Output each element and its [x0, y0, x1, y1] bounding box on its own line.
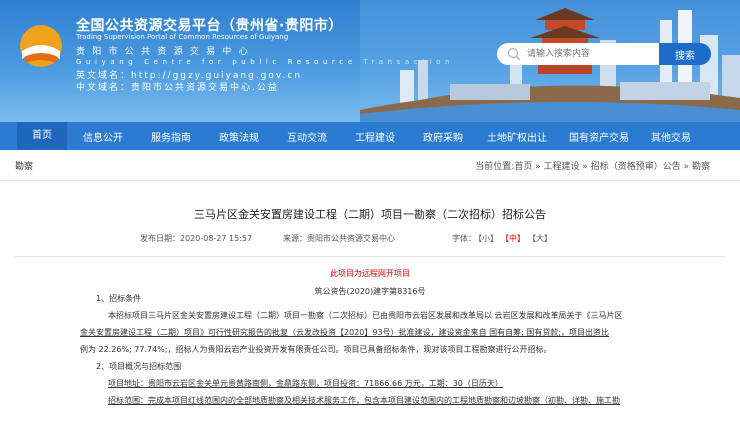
nav-item-land[interactable]: 土地矿权出让 [487, 129, 547, 144]
breadcrumb-bar: 勘察 当前位置:首页 » 工程建设 » 招标（资格预审）公告 » 勘察 [0, 150, 740, 181]
body-line: 本招标项目三马片区金关安置房建设工程（二期）项目一勘察（二次招标）已由贵阳市云岩… [108, 311, 623, 320]
search-icon [507, 47, 521, 61]
nav-item-assets[interactable]: 国有资产交易 [569, 129, 629, 144]
nav-item-interaction[interactable]: 互动交流 [287, 129, 327, 144]
nav-item-guide[interactable]: 服务指南 [151, 129, 191, 144]
site-title-en: Trading Supervision Portal of Common Res… [76, 33, 289, 41]
section-label: 勘察 [15, 162, 34, 172]
body-line: 招标范围：完成本项目红线范围内的全部地质勘察及相关技术服务工作，包含本项目建设范… [108, 396, 620, 405]
article-source: 来源：贵阳市公共资源交易中心 [283, 234, 395, 243]
font-large-button[interactable]: 【大】 [528, 233, 552, 244]
sun-logo-icon [20, 25, 62, 67]
font-small-button[interactable]: 【小】 [474, 233, 498, 244]
nav-item-other[interactable]: 其他交易 [651, 129, 691, 144]
section-heading: 2、项目概况与招标范围 [96, 362, 182, 371]
centre-name: 贵 阳 市 公 共 资 源 交 易 中 心 [76, 47, 250, 57]
nav-item-policy[interactable]: 政策法规 [219, 129, 259, 144]
search-input[interactable] [525, 48, 649, 60]
publish-date: 发布日期：2020-08-27 15:57 [140, 234, 253, 243]
domain-cn-label: 中文域名： [76, 83, 132, 93]
domain-cn-value: 贵阳市公共资源交易中心.公益 [131, 83, 279, 93]
remote-bid-notice: 此项目为远程网开项目 [330, 269, 410, 278]
search-button[interactable]: 搜索 [659, 43, 711, 65]
nav-item-home[interactable]: 首页 [17, 122, 67, 150]
domain-cn: 中文域名：贵阳市公共资源交易中心.公益 [76, 80, 279, 93]
site-header: 全国公共资源交易平台（贵州省·贵阳市） Trading Supervision … [0, 0, 740, 122]
article-meta: 发布日期：2020-08-27 15:57 来源：贵阳市公共资源交易中心 字体：… [0, 233, 740, 247]
search-bar [497, 43, 659, 65]
main-nav: 首页 信息公开 服务指南 政策法规 互动交流 工程建设 政府采购 土地矿权出让 … [0, 122, 740, 150]
font-size-label: 字体： [452, 234, 476, 243]
article-title: 三马片区金关安置房建设工程（二期）项目一勘察（二次招标）招标公告 [194, 208, 546, 221]
body-line: 金关安置房建设工程（二期）项目》可行性研究报告的批复（云发改投资【2020】93… [80, 328, 610, 337]
body-line: 项目地址：贵阳市云岩区金关单元贵黄路南侧，金鼎路东侧，项目投资：71866.66… [108, 379, 503, 388]
article-body: 1、招标条件 本招标项目三马片区金关安置房建设工程（二期）项目一勘察（二次招标）… [80, 290, 650, 409]
font-medium-button[interactable]: 【中】 [501, 233, 525, 244]
site-title: 全国公共资源交易平台（贵州省·贵阳市） [76, 18, 343, 34]
nav-item-procurement[interactable]: 政府采购 [423, 129, 463, 144]
nav-item-info[interactable]: 信息公开 [83, 129, 123, 144]
body-line: 例为 22.26%; 77.74%;，招标人为贵阳云岩产业投资开发有限责任公司。… [80, 345, 552, 354]
divider [15, 256, 725, 257]
breadcrumb[interactable]: 当前位置:首页 » 工程建设 » 招标（资格预审）公告 » 勘察 [475, 159, 710, 172]
nav-item-construction[interactable]: 工程建设 [355, 129, 395, 144]
section-heading: 1、招标条件 [96, 294, 142, 303]
